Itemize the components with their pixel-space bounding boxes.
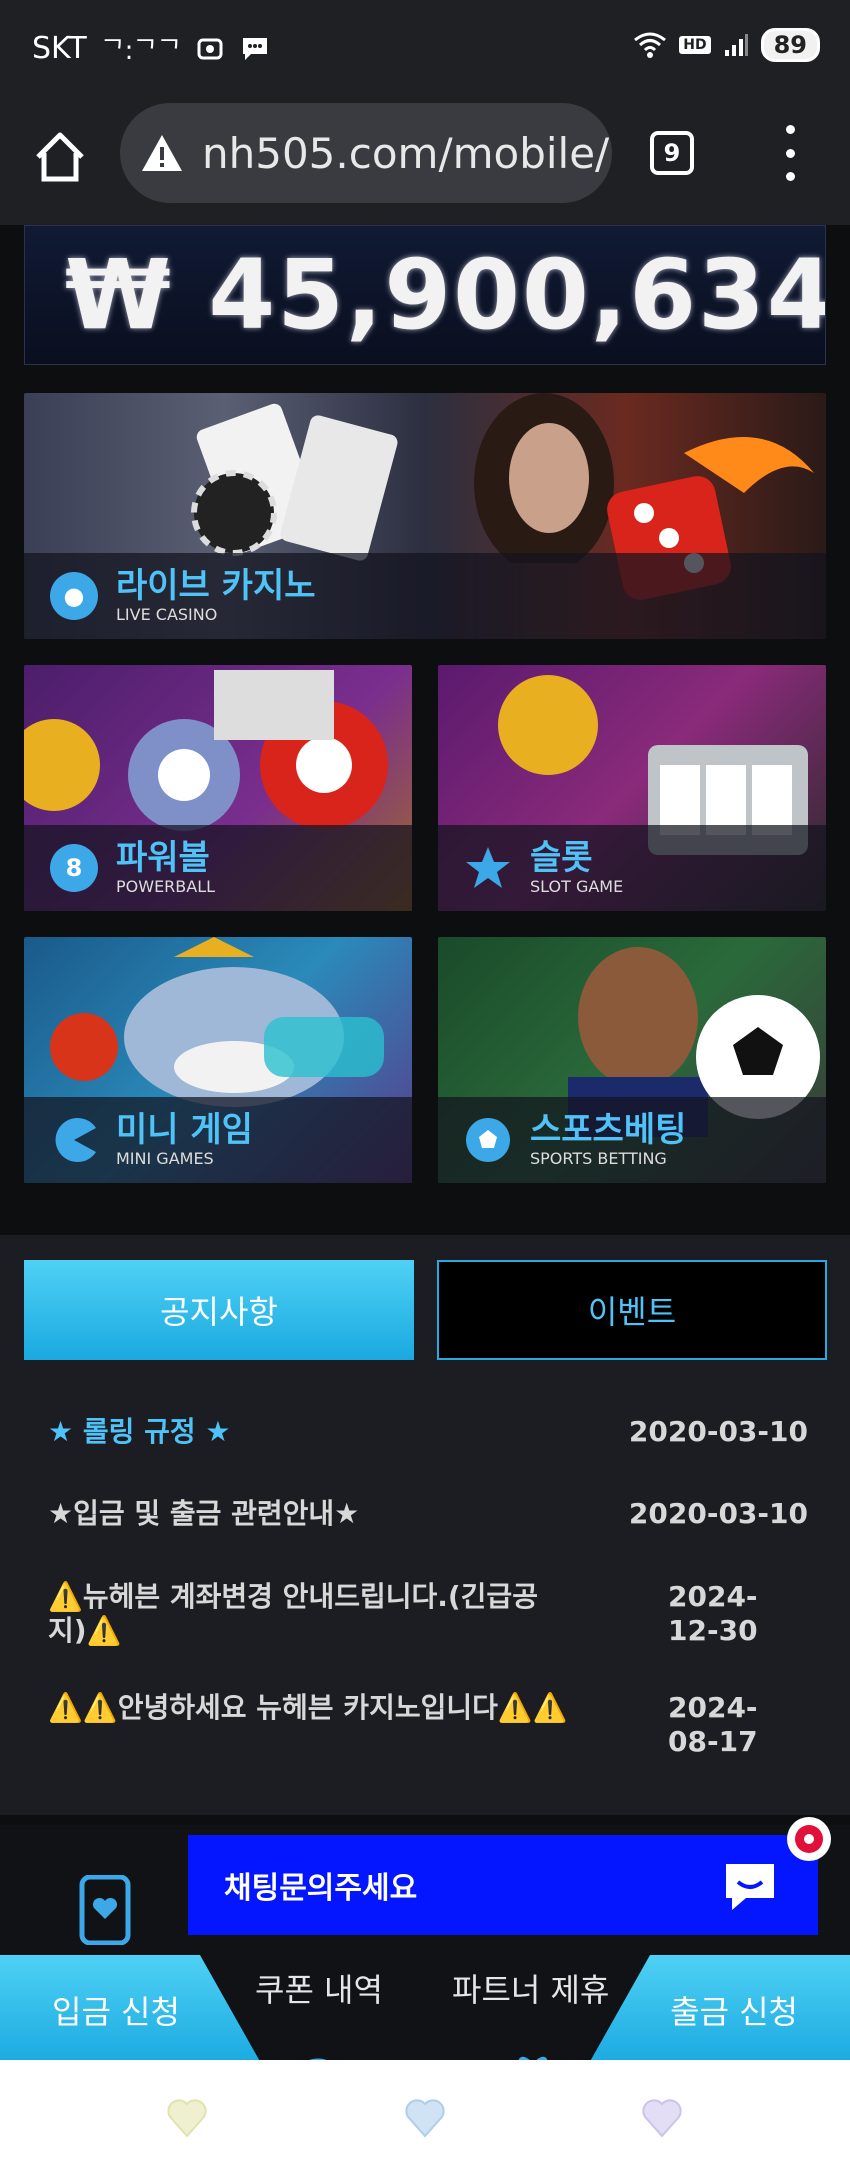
carrier-label: SKT — [32, 31, 87, 66]
live-casino-subtitle: LIVE CASINO — [116, 605, 218, 624]
star-icon — [466, 847, 510, 888]
sports-title: 스포츠베팅 — [530, 1110, 687, 1150]
browser-toolbar: nh505.com/mobile/ 9 — [0, 95, 850, 225]
notice-row[interactable]: ★입금 및 출금 관련안내★ 2020-03-10 — [48, 1497, 808, 1531]
jackpot-amount: ₩ 45,900,634,17 — [65, 239, 825, 351]
powerball-subtitle: POWERBALL — [116, 877, 216, 896]
pacman-icon — [55, 1118, 96, 1162]
mini-games-banner[interactable]: 미니 게임 MINI GAMES — [24, 937, 412, 1183]
hd-voice-badge: HD — [679, 36, 711, 54]
clock: ᄀ:ᄀᄀ — [100, 36, 182, 66]
notice-title: ⚠️뉴헤븐 계좌변경 안내드립니다.(긴급공지)⚠️ — [48, 1580, 538, 1647]
screen: { "status": {"carrier": "SKT", "time": "… — [0, 0, 850, 2178]
battery-indicator: 89 — [760, 28, 820, 62]
withdraw-request-button[interactable]: 출금 신청 — [588, 1955, 850, 2065]
notice-date: 2024-08-17 — [668, 1691, 758, 1758]
tab-event[interactable]: 이벤트 — [437, 1260, 827, 1360]
live-casino-banner[interactable]: ● 라이브 카지노 LIVE CASINO — [24, 393, 826, 639]
home-icon[interactable] — [30, 127, 90, 187]
soccer-ball-icon — [466, 1118, 510, 1162]
chat-notification-badge[interactable] — [787, 1817, 831, 1861]
notice-title: ★ 롤링 규정 ★ — [48, 1415, 231, 1448]
board-section: 공지사항 이벤트 ★ 롤링 규정 ★ 2020-03-10 ★입금 및 출금 관… — [0, 1235, 850, 1815]
chat-bubble-icon[interactable] — [720, 1858, 780, 1914]
warning-icon[interactable] — [140, 133, 184, 173]
sports-subtitle: SPORTS BETTING — [530, 1149, 667, 1168]
mini-games-label: 미니 게임 MINI GAMES — [24, 1097, 412, 1183]
url-text: nh505.com/mobile/ — [202, 128, 610, 178]
page-content: ₩ 45,900,634,17 ● 라이브 카지노 LIVE CASINO — [0, 225, 850, 2083]
notice-row[interactable]: ★ 롤링 규정 ★ 2020-03-10 — [48, 1415, 808, 1449]
powerball-label: 8 파워볼 POWERBALL — [24, 825, 412, 911]
wifi-icon — [634, 32, 667, 58]
notice-title: ★입금 및 출금 관련안내★ — [48, 1497, 360, 1530]
slot-label: 슬롯 SLOT GAME — [438, 825, 826, 911]
chat-label: 채팅문의주세요 — [224, 1871, 418, 1906]
notice-date: 2020-03-10 — [628, 1497, 808, 1530]
status-bar: SKT ᄀ:ᄀᄀ HD 89 — [0, 0, 850, 95]
phone-heart-icon[interactable] — [78, 1875, 132, 1945]
mini-games-subtitle: MINI GAMES — [116, 1149, 214, 1168]
notice-date: 2024-12-30 — [668, 1580, 758, 1647]
notice-date: 2020-03-10 — [628, 1415, 808, 1448]
jackpot-banner: ₩ 45,900,634,17 — [24, 225, 826, 365]
live-casino-title: 라이브 카지노 — [116, 566, 316, 606]
tab-notice[interactable]: 공지사항 — [24, 1260, 414, 1360]
slot-subtitle: SLOT GAME — [530, 877, 624, 896]
deposit-request-button[interactable]: 입금 신청 — [0, 1955, 262, 2065]
coupon-history-button[interactable]: 쿠폰 내역 — [255, 1965, 383, 2011]
sports-label: 스포츠베팅 SPORTS BETTING — [438, 1097, 826, 1183]
slot-title: 슬롯 — [530, 838, 593, 878]
address-bar[interactable]: nh505.com/mobile/ — [120, 103, 612, 203]
heart-icon[interactable] — [165, 2096, 209, 2140]
powerball-title: 파워볼 — [116, 838, 210, 878]
message-icon — [243, 37, 268, 60]
tab-switcher-button[interactable]: 9 — [650, 131, 694, 175]
heart-icon[interactable] — [640, 2096, 684, 2140]
notice-row[interactable]: ⚠️뉴헤븐 계좌변경 안내드립니다.(긴급공지)⚠️ 2024-12-30 — [48, 1580, 808, 1647]
heart-icon[interactable] — [403, 2096, 447, 2140]
notice-row[interactable]: ⚠️⚠️안녕하세요 뉴헤븐 카지노입니다⚠️⚠️ 2024-08-17 — [48, 1691, 808, 1758]
powerball-banner[interactable]: 8 파워볼 POWERBALL — [24, 665, 412, 911]
system-navigation-bar — [0, 2060, 850, 2178]
eight-ball-icon: 8 — [50, 844, 98, 892]
sports-betting-banner[interactable]: 스포츠베팅 SPORTS BETTING — [438, 937, 826, 1183]
mini-games-title: 미니 게임 — [116, 1110, 253, 1150]
live-casino-label: ● 라이브 카지노 LIVE CASINO — [24, 553, 826, 639]
chip-icon: ● — [50, 572, 98, 620]
notice-title: ⚠️⚠️안녕하세요 뉴헤븐 카지노입니다⚠️⚠️ — [48, 1691, 568, 1724]
screenshot-icon — [197, 38, 223, 59]
slot-game-banner[interactable]: 슬롯 SLOT GAME — [438, 665, 826, 911]
partner-button[interactable]: 파트너 제휴 — [452, 1965, 609, 2011]
overflow-menu-icon[interactable] — [775, 125, 805, 181]
signal-icon — [724, 34, 748, 56]
